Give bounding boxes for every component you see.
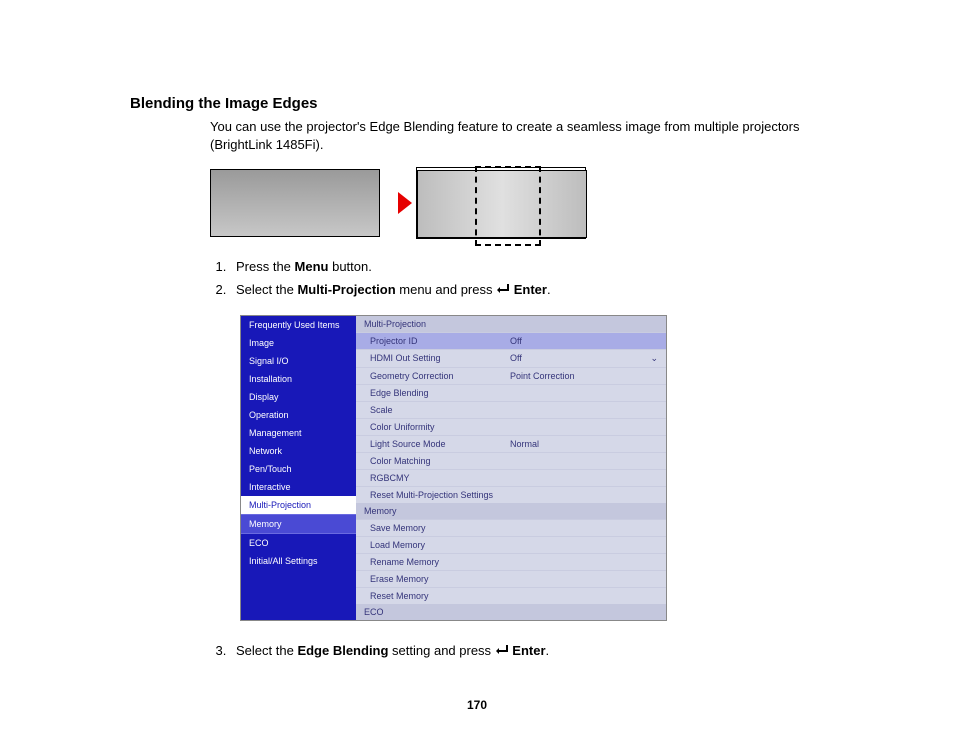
step-1: Press the Menu button. [230, 257, 834, 278]
step-2: Select the Multi-Projection menu and pre… [230, 280, 834, 301]
sidebar-item-frequently-used[interactable]: Frequently Used Items [241, 316, 356, 334]
row-scale[interactable]: Scale [356, 401, 666, 418]
row-save-memory[interactable]: Save Memory [356, 519, 666, 536]
row-geometry-correction[interactable]: Geometry CorrectionPoint Correction [356, 367, 666, 384]
sidebar-item-pen-touch[interactable]: Pen/Touch [241, 460, 356, 478]
sidebar-item-operation[interactable]: Operation [241, 406, 356, 424]
row-rename-memory[interactable]: Rename Memory [356, 553, 666, 570]
section-memory: Memory [356, 503, 666, 519]
diagram-right-wrap [416, 167, 586, 239]
sidebar-item-image[interactable]: Image [241, 334, 356, 352]
sidebar-item-initial-all[interactable]: Initial/All Settings [241, 552, 356, 570]
enter-icon [496, 280, 510, 301]
sidebar-item-multi-projection[interactable]: Multi-Projection [241, 496, 356, 514]
section-multi-projection: Multi-Projection [356, 316, 666, 332]
row-load-memory[interactable]: Load Memory [356, 536, 666, 553]
sidebar-item-display[interactable]: Display [241, 388, 356, 406]
page-title: Blending the Image Edges [130, 95, 834, 112]
step-3: Select the Edge Blending setting and pre… [230, 641, 834, 662]
blending-diagram [210, 167, 834, 239]
sidebar-item-eco[interactable]: ECO [241, 534, 356, 552]
row-erase-memory[interactable]: Erase Memory [356, 570, 666, 587]
row-edge-blending[interactable]: Edge Blending [356, 384, 666, 401]
sidebar-item-memory[interactable]: Memory [241, 514, 356, 534]
row-rgbcmy[interactable]: RGBCMY [356, 469, 666, 486]
enter-icon [495, 641, 509, 662]
page-number: 170 [0, 698, 954, 712]
intro-text: You can use the projector's Edge Blendin… [210, 118, 834, 153]
row-hdmi-out[interactable]: HDMI Out SettingOff⌄ [356, 349, 666, 367]
sidebar-item-installation[interactable]: Installation [241, 370, 356, 388]
sidebar-item-signal-io[interactable]: Signal I/O [241, 352, 356, 370]
row-reset-memory[interactable]: Reset Memory [356, 587, 666, 604]
steps-list: Press the Menu button. Select the Multi-… [210, 257, 834, 301]
chevron-down-icon: ⌄ [644, 353, 658, 364]
menu-sidebar: Frequently Used Items Image Signal I/O I… [241, 316, 356, 620]
menu-panel: Multi-Projection Projector IDOff HDMI Ou… [356, 316, 666, 620]
steps-list-2: Select the Edge Blending setting and pre… [210, 641, 834, 662]
row-color-uniformity[interactable]: Color Uniformity [356, 418, 666, 435]
row-projector-id[interactable]: Projector IDOff [356, 332, 666, 349]
row-reset-multi-projection[interactable]: Reset Multi-Projection Settings [356, 486, 666, 503]
row-color-matching[interactable]: Color Matching [356, 452, 666, 469]
sidebar-item-management[interactable]: Management [241, 424, 356, 442]
section-eco: ECO [356, 604, 666, 620]
sidebar-item-network[interactable]: Network [241, 442, 356, 460]
diagram-left-rect [210, 169, 380, 237]
row-light-source-mode[interactable]: Light Source ModeNormal [356, 435, 666, 452]
sidebar-item-interactive[interactable]: Interactive [241, 478, 356, 496]
menu-screenshot: Frequently Used Items Image Signal I/O I… [240, 315, 667, 621]
diagram-blend-zone [475, 166, 541, 246]
